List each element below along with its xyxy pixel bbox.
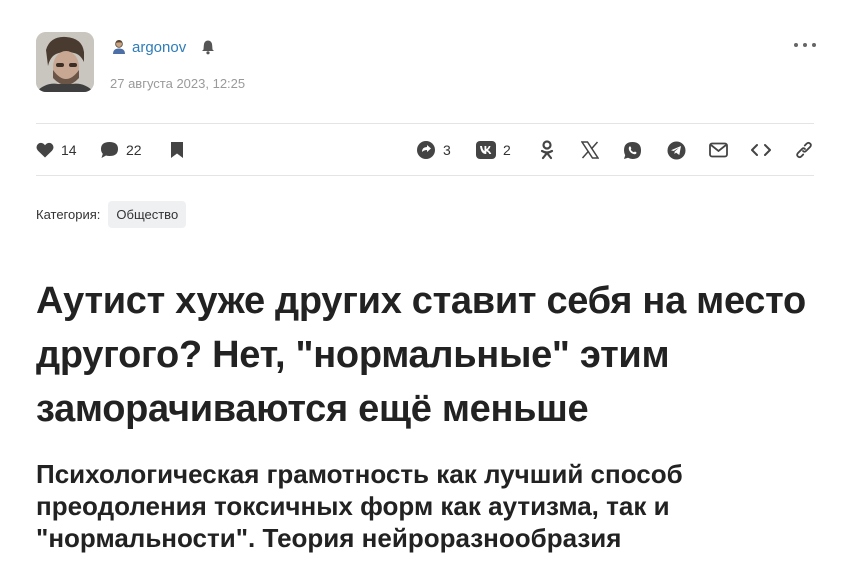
vk-icon xyxy=(476,141,496,159)
ok-share-button[interactable] xyxy=(539,136,555,164)
whatsapp-icon xyxy=(624,141,641,159)
comment-icon xyxy=(101,142,118,158)
category-label: Категория: xyxy=(36,207,101,222)
x-share-button[interactable] xyxy=(581,136,599,164)
like-button[interactable]: 14 xyxy=(36,136,77,164)
ok-icon xyxy=(540,140,554,160)
vk-share-button[interactable]: 2 xyxy=(476,136,511,164)
telegram-icon xyxy=(667,141,686,159)
user-icon xyxy=(110,38,128,56)
vk-count: 2 xyxy=(503,142,511,158)
repost-count: 3 xyxy=(443,142,451,158)
like-count: 14 xyxy=(61,142,77,158)
whatsapp-share-button[interactable] xyxy=(623,136,642,164)
repost-icon xyxy=(417,141,435,159)
embed-button[interactable] xyxy=(751,136,771,164)
telegram-share-button[interactable] xyxy=(667,136,686,164)
divider-top xyxy=(36,123,814,124)
post-header: argonov 27 августа 2023, 12:25 xyxy=(36,32,816,94)
comment-count: 22 xyxy=(126,142,142,158)
mail-share-button[interactable] xyxy=(709,136,728,164)
category-tag[interactable]: Общество xyxy=(108,201,187,228)
bell-icon[interactable] xyxy=(200,39,216,55)
author-avatar[interactable] xyxy=(36,32,94,92)
author-name-link[interactable]: argonov xyxy=(132,39,186,56)
heart-icon xyxy=(36,142,54,158)
embed-icon xyxy=(751,144,771,156)
post-date: 27 августа 2023, 12:25 xyxy=(110,76,246,91)
x-icon xyxy=(581,141,599,159)
copy-link-button[interactable] xyxy=(795,136,813,164)
bookmark-icon xyxy=(171,142,183,158)
category-row: Категория: Общество xyxy=(36,201,187,228)
mail-icon xyxy=(709,142,728,158)
link-icon xyxy=(796,141,812,159)
repost-button[interactable]: 3 xyxy=(416,136,451,164)
article-subtitle: Психологическая грамотность как лучший с… xyxy=(36,459,683,553)
bookmark-button[interactable] xyxy=(170,136,184,164)
actions-bar: 14 22 3 2 xyxy=(36,136,814,164)
comments-button[interactable]: 22 xyxy=(100,136,142,164)
article-title: Аутист хуже других ставит себя на место … xyxy=(36,280,806,430)
more-icon[interactable] xyxy=(794,38,816,52)
author-row: argonov xyxy=(110,36,216,58)
divider-bottom xyxy=(36,175,814,176)
